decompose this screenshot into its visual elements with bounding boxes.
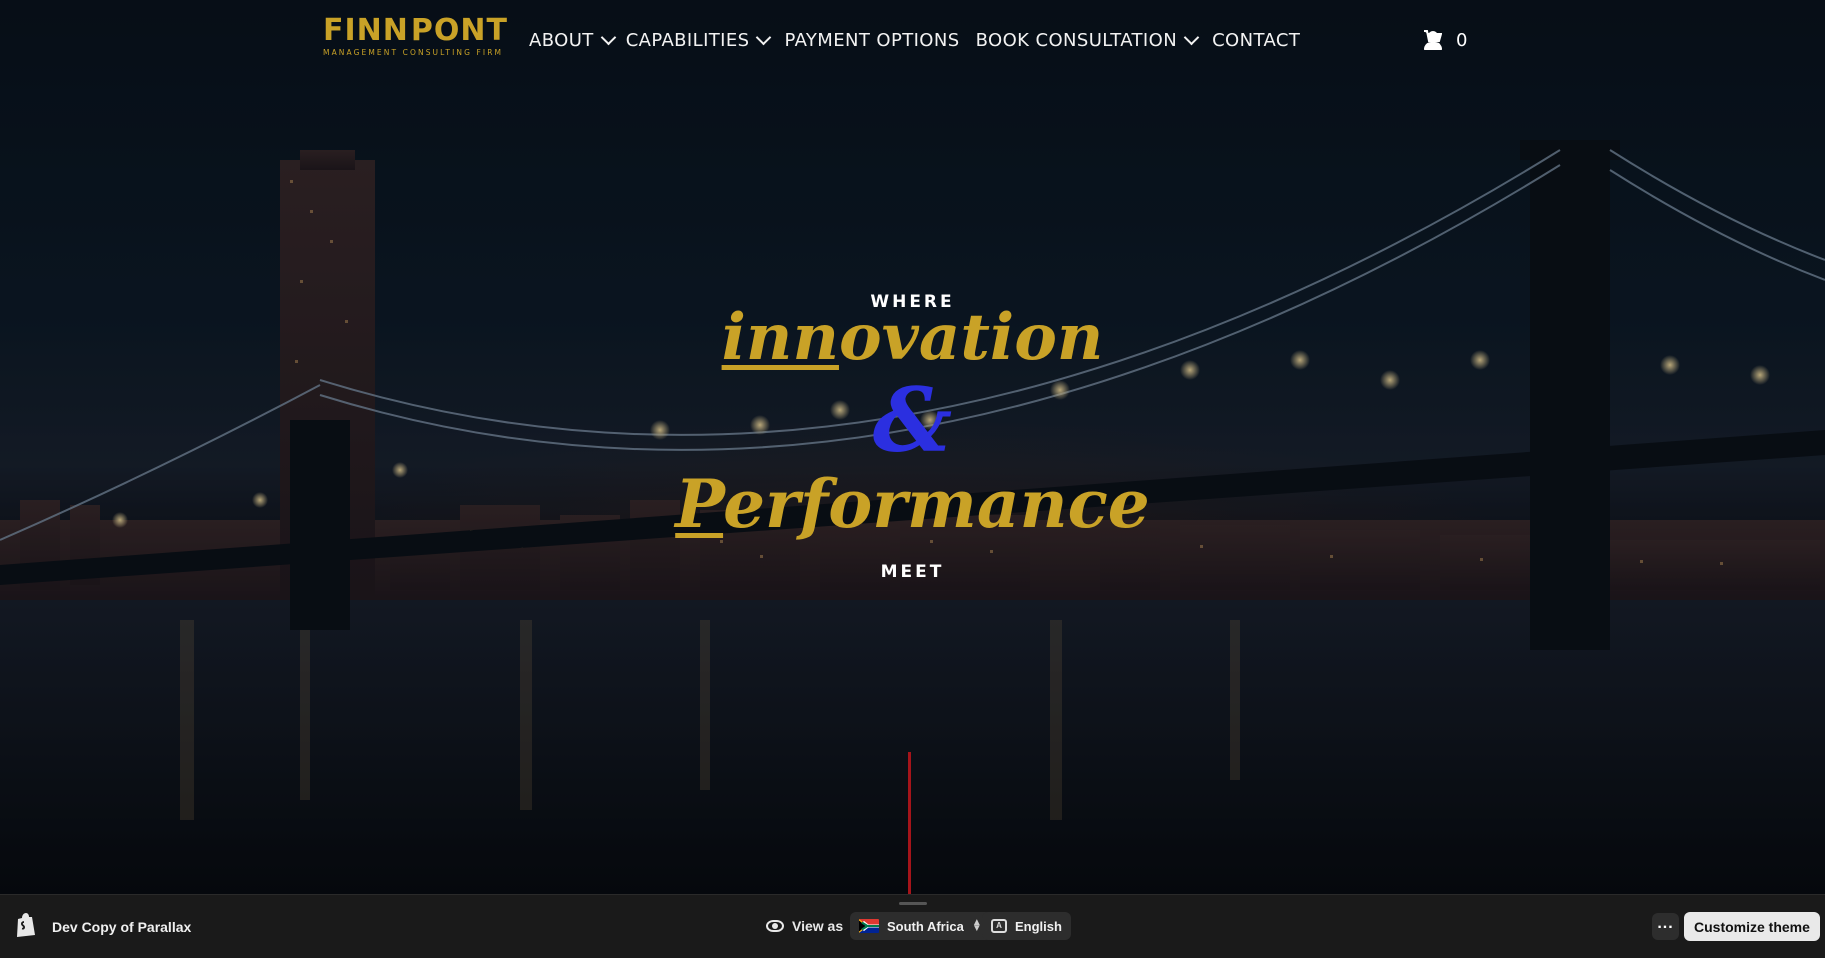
logo-tagline: MANAGEMENT CONSULTING FIRM: [323, 48, 504, 57]
language-selector[interactable]: A English: [982, 912, 1071, 940]
hero-line-1: innovation: [722, 300, 1104, 375]
store-name: Dev Copy of Parallax: [52, 919, 192, 935]
theme-preview-bar: Dev Copy of Parallax View as South Afric…: [0, 894, 1825, 958]
cart-count: 0: [1456, 30, 1468, 51]
hero-line-2-underlined: P: [675, 465, 724, 543]
shopify-bag-icon: [17, 913, 35, 937]
hero-line-1-wrap: innovation: [0, 300, 1825, 375]
country-label: South Africa: [887, 918, 964, 934]
view-as-label: View as: [792, 918, 844, 934]
hero-kicker-bottom: MEET: [0, 562, 1825, 582]
hero-ampersand: &: [872, 368, 953, 472]
logo-wordmark: FINN PONT: [323, 13, 507, 48]
hero-line-2: Performance: [675, 465, 1150, 543]
nav-about[interactable]: ABOUT: [529, 29, 620, 51]
south-africa-flag-icon: [859, 919, 879, 933]
cart-icon: [1424, 30, 1442, 47]
nav-payment-options[interactable]: PAYMENT OPTIONS: [784, 30, 959, 51]
eye-icon: [766, 920, 784, 932]
chevron-up-down-icon: ▲ ▼: [971, 917, 982, 934]
customize-theme-button[interactable]: Customize theme: [1684, 912, 1820, 941]
logo[interactable]: FINN PONT MANAGEMENT CONSULTING FIRM: [323, 13, 507, 58]
cart-button[interactable]: 0: [1424, 30, 1468, 51]
hero-line-2-rest: erformance: [723, 465, 1150, 543]
hero-ampersand-wrap: &: [0, 368, 1825, 472]
nav-capabilities[interactable]: CAPABILITIES: [625, 29, 776, 51]
more-options-button[interactable]: ...: [1652, 913, 1679, 940]
drag-handle[interactable]: [899, 902, 927, 905]
chevron-down-icon: [756, 29, 772, 46]
hero-line-2-wrap: Performance: [0, 465, 1825, 543]
main-nav: ABOUT CAPABILITIES PAYMENT OPTIONS BOOK …: [529, 29, 1300, 51]
chevron-down-icon: [600, 29, 616, 46]
header-icons: 0: [1424, 30, 1467, 51]
nav-contact[interactable]: CONTACT: [1212, 30, 1300, 51]
hero-section: FINN PONT MANAGEMENT CONSULTING FIRM ABO…: [0, 0, 1825, 894]
kicker-meet: MEET: [880, 562, 945, 582]
logo-word-left: FINN: [323, 13, 409, 48]
country-selector[interactable]: South Africa ▲ ▼: [850, 912, 991, 940]
nav-contact-label: CONTACT: [1212, 30, 1301, 51]
customize-theme-label: Customize theme: [1694, 918, 1810, 935]
language-label: English: [1015, 918, 1062, 934]
hero-line-1-rest: ovation: [838, 300, 1104, 375]
translate-icon: A: [991, 919, 1007, 933]
nav-about-label: ABOUT: [529, 30, 594, 51]
nav-capabilities-label: CAPABILITIES: [625, 30, 750, 51]
chevron-down-icon: [1183, 29, 1200, 46]
logo-word-right: PONT: [410, 13, 508, 48]
site-header: FINN PONT MANAGEMENT CONSULTING FIRM ABO…: [0, 0, 1825, 86]
more-options-icon: ...: [1657, 915, 1674, 932]
view-as: View as: [766, 918, 843, 934]
nav-book-consultation-label: BOOK CONSULTATION: [975, 30, 1178, 51]
nav-payment-options-label: PAYMENT OPTIONS: [784, 30, 960, 51]
scroll-indicator-line: [908, 752, 911, 894]
nav-book-consultation[interactable]: BOOK CONSULTATION: [975, 29, 1204, 51]
hero-line-1-underlined: inn: [721, 300, 839, 375]
